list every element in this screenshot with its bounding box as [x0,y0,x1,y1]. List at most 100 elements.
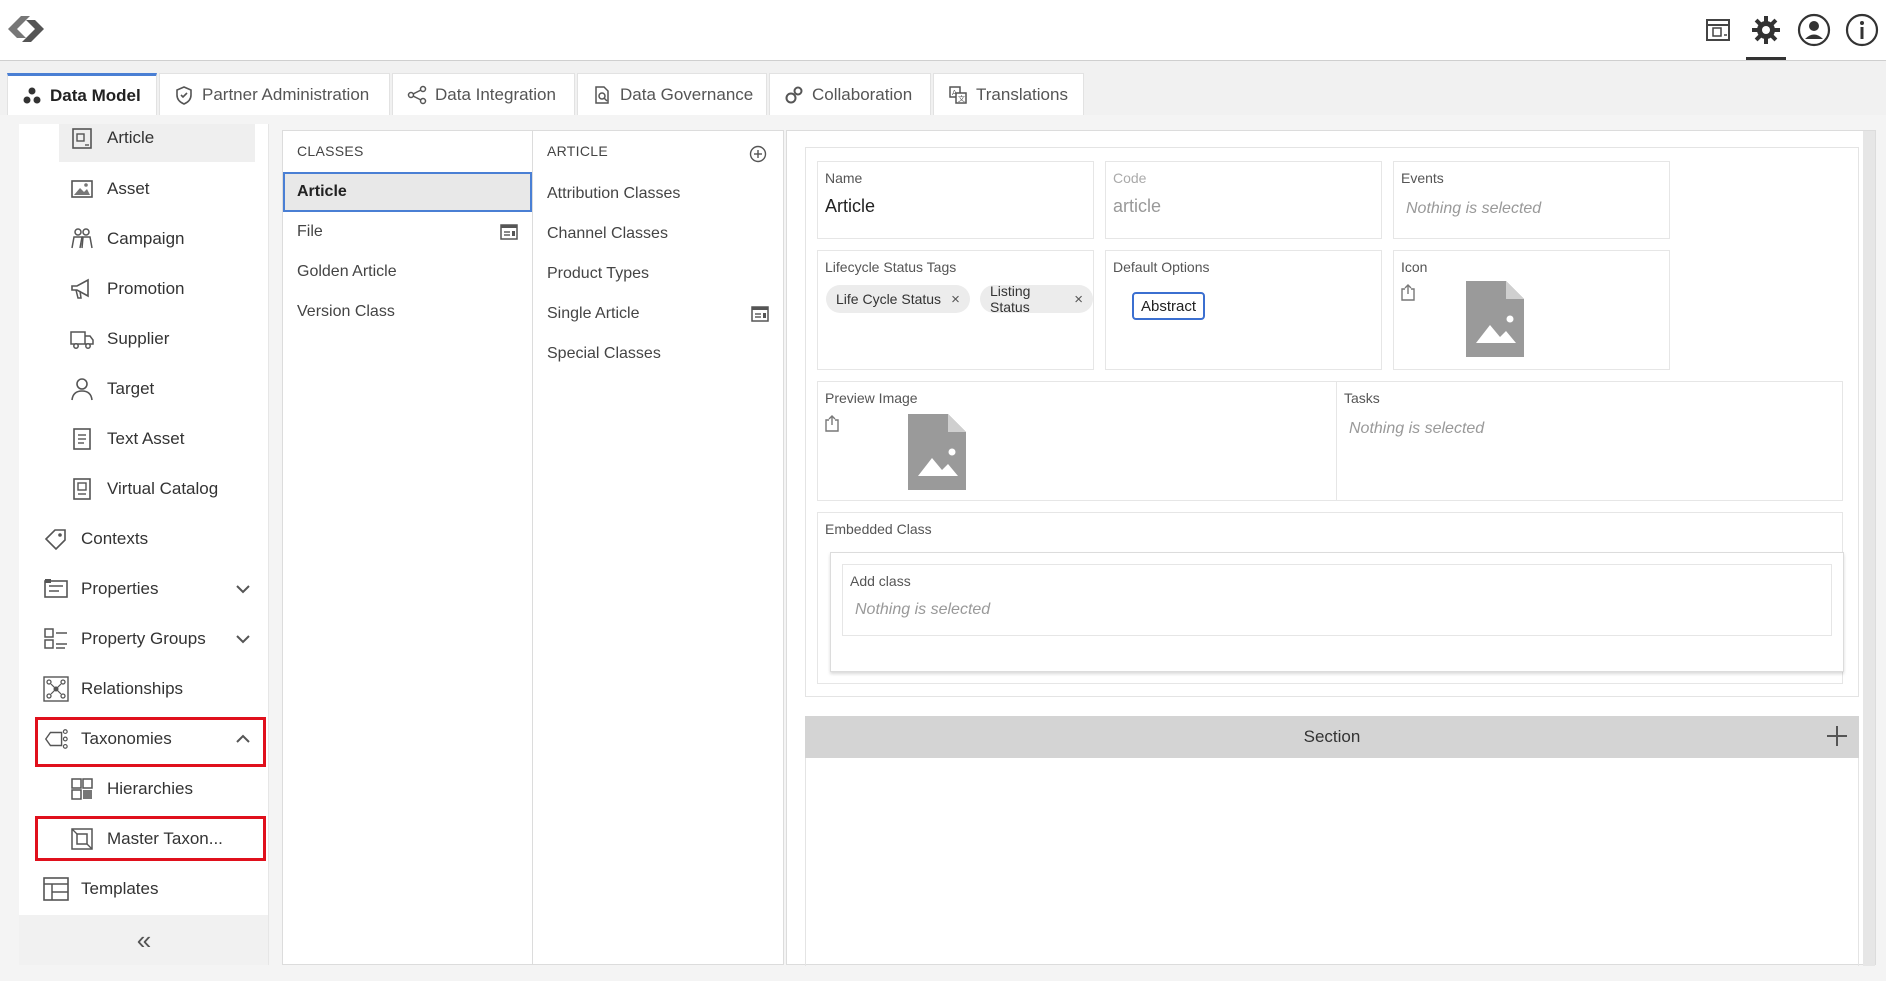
lifecycle-status-tags-field[interactable]: Lifecycle Status Tags Life Cycle Status … [817,250,1094,370]
tag-chip[interactable]: Life Cycle Status × [826,285,970,313]
chevron-down-icon[interactable] [233,629,253,649]
sidebar-item-campaign[interactable]: Campaign [19,214,268,264]
remove-tag-icon[interactable]: × [951,291,960,308]
sidebar-item-virtual-catalog[interactable]: Virtual Catalog [19,464,268,514]
tab-translations[interactable]: A文 Translations [933,73,1084,115]
top-bar [0,0,1886,61]
class-detail-panel: Name Article Code article Events Nothing… [786,130,1876,966]
class-item-label: Article [297,183,347,200]
sidebar-item-property-groups[interactable]: Property Groups [19,614,268,664]
sidebar-collapse-button[interactable]: « [19,915,268,965]
sidebar-item-asset[interactable]: Asset [19,164,268,214]
preview-image-field: Preview Image [817,381,1337,501]
tab-data-integration[interactable]: Data Integration [392,73,575,115]
class-form-card: Name Article Code article Events Nothing… [805,147,1859,697]
truck-icon [69,326,95,352]
remove-tag-icon[interactable]: × [1074,291,1083,308]
add-class-empty-value[interactable]: Nothing is selected [855,601,990,619]
highlight-master-taxonomy [35,816,266,861]
subclass-item-channel-classes[interactable]: Channel Classes [533,214,783,254]
megaphone-icon [69,276,95,302]
class-item-label: Golden Article [297,263,397,280]
class-item-golden-article[interactable]: Golden Article [283,252,532,292]
article-header: ARTICLE [547,143,608,159]
subclass-item-product-types[interactable]: Product Types [533,254,783,294]
translate-icon: A文 [948,85,968,105]
sidebar-item-hierarchies[interactable]: Hierarchies [19,764,268,814]
sidebar-item-article[interactable]: Article [59,124,255,162]
tasks-field[interactable]: Tasks Nothing is selected [1336,381,1843,501]
subclass-item-special-classes[interactable]: Special Classes [533,334,783,374]
sidebar-item-text-asset[interactable]: Text Asset [19,414,268,464]
sidebar-item-label: Article [107,128,155,147]
sidebar-item-label: Property Groups [81,629,206,648]
catalog-icon [69,476,95,502]
highlight-taxonomies [35,717,266,767]
icon-field: Icon [1393,250,1670,370]
name-value[interactable]: Article [825,196,875,217]
add-class-field[interactable]: Add class Nothing is selected [842,564,1832,636]
user-icon[interactable] [1790,6,1838,54]
tasks-label: Tasks [1344,390,1380,406]
info-icon[interactable] [1838,6,1886,54]
class-item-version-class[interactable]: Version Class [283,292,532,332]
add-circle-icon[interactable] [749,145,767,163]
sidebar-item-promotion[interactable]: Promotion [19,264,268,314]
code-value: article [1113,196,1162,216]
sidebar-item-contexts[interactable]: Contexts [19,514,268,564]
events-empty-value[interactable]: Nothing is selected [1406,200,1541,218]
classes-header: CLASSES [297,143,364,159]
upload-icon[interactable] [1400,283,1416,301]
sidebar-item-label: Relationships [81,679,184,698]
name-field[interactable]: Name Article [817,161,1094,239]
sidebar-item-label: Campaign [107,229,185,248]
tab-data-governance[interactable]: Data Governance [577,73,767,115]
sidebar-item-properties[interactable]: Properties [19,564,268,614]
tab-collaboration[interactable]: Collaboration [769,73,931,115]
tab-data-model[interactable]: Data Model [7,73,157,115]
module-tab-bar: Data Model Partner Administration Data I… [0,61,1886,115]
double-chevron-left-icon: « [136,924,152,955]
code-field: Code article [1105,161,1382,239]
name-label: Name [825,170,863,186]
tab-label: Data Model [50,85,141,105]
image-icon [69,176,95,202]
add-section-plus-icon[interactable] [1825,724,1849,748]
section-title: Section [1303,727,1361,746]
article-subclasses-panel: ARTICLE Attribution Classes Channel Clas… [533,130,784,965]
calendar-clock-icon[interactable] [1694,6,1742,54]
events-field[interactable]: Events Nothing is selected [1393,161,1670,239]
upload-icon[interactable] [824,414,840,432]
tag-chip[interactable]: Listing Status × [980,283,1093,315]
app-logo[interactable] [4,10,48,48]
sidebar-item-label: Properties [81,579,159,598]
section-body [805,758,1859,966]
tab-partner-administration[interactable]: Partner Administration [159,73,390,115]
vertical-scrollbar[interactable] [1863,131,1875,966]
article-icon [69,125,95,151]
subclass-item-label: Single Article [547,305,640,322]
abstract-option-toggle[interactable]: Abstract [1132,292,1206,320]
class-item-file[interactable]: File [283,212,532,252]
section-header: Section [805,716,1859,758]
subclass-item-attribution-classes[interactable]: Attribution Classes [533,174,783,214]
gear-icon[interactable] [1742,6,1790,60]
sidebar-item-templates[interactable]: Templates [19,864,268,914]
sidebar-item-supplier[interactable]: Supplier [19,314,268,364]
icon-label: Icon [1401,259,1428,275]
subclass-item-label: Attribution Classes [547,185,681,202]
subclass-item-label: Special Classes [547,345,661,362]
sidebar-item-label: Virtual Catalog [107,479,219,498]
class-item-article[interactable]: Article [283,172,532,212]
sidebar-item-relationships[interactable]: Relationships [19,664,268,714]
templates-icon [43,876,69,902]
hierarchy-icon [69,776,95,802]
tag-chip-label: Listing Status [990,283,1031,315]
chevron-down-icon[interactable] [233,579,253,599]
subclass-item-single-article[interactable]: Single Article [533,294,783,334]
sidebar-item-target[interactable]: Target [19,364,268,414]
tasks-empty-value[interactable]: Nothing is selected [1349,420,1484,438]
property-groups-icon [43,626,69,652]
image-placeholder-icon [908,414,966,490]
tab-label: Partner Administration [202,84,370,104]
